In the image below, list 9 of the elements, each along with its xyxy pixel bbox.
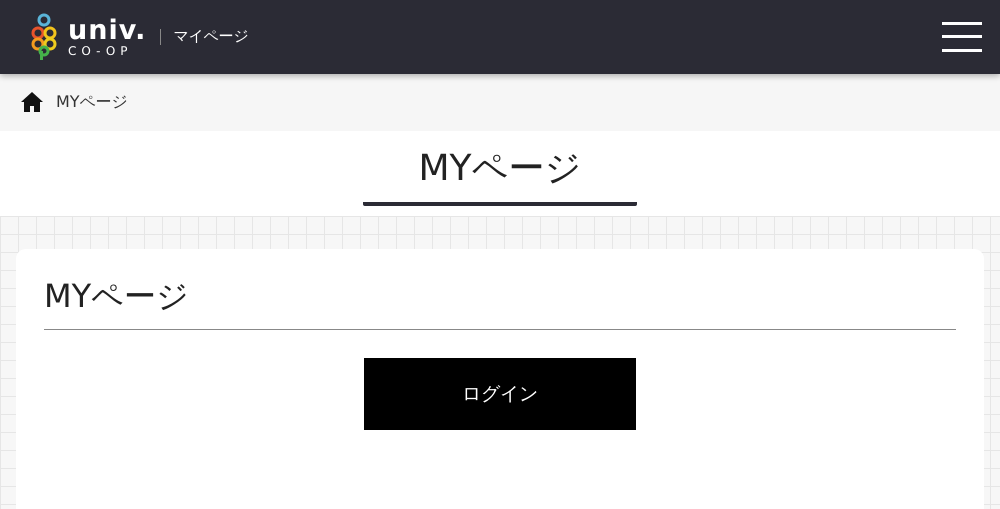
logo-subtext: CO-OP	[68, 44, 134, 57]
card-heading: MYページ	[44, 275, 956, 330]
home-icon[interactable]	[20, 91, 44, 114]
page-title: MYページ	[363, 148, 637, 206]
logo-text: univ.	[68, 16, 146, 44]
menu-icon[interactable]	[940, 20, 984, 54]
login-button[interactable]: ログイン	[364, 358, 636, 430]
breadcrumb-link[interactable]: MYページ	[56, 92, 128, 113]
site-title: マイページ	[173, 27, 248, 46]
